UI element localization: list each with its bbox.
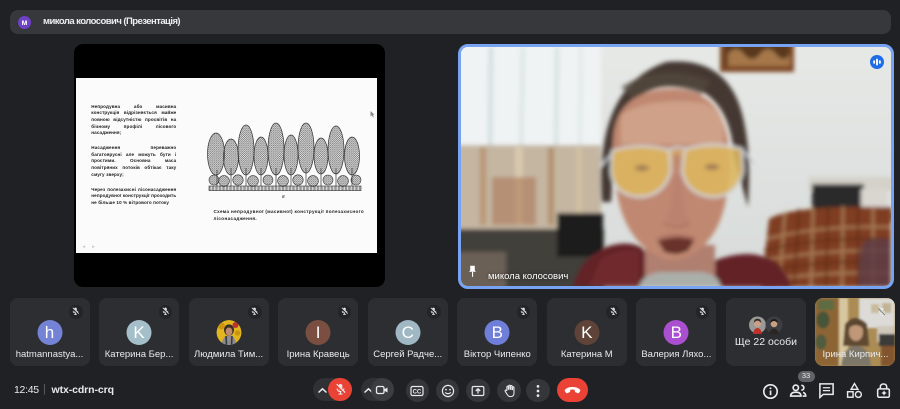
svg-text:CC: CC	[413, 389, 422, 395]
svg-text:в: в	[282, 194, 285, 200]
